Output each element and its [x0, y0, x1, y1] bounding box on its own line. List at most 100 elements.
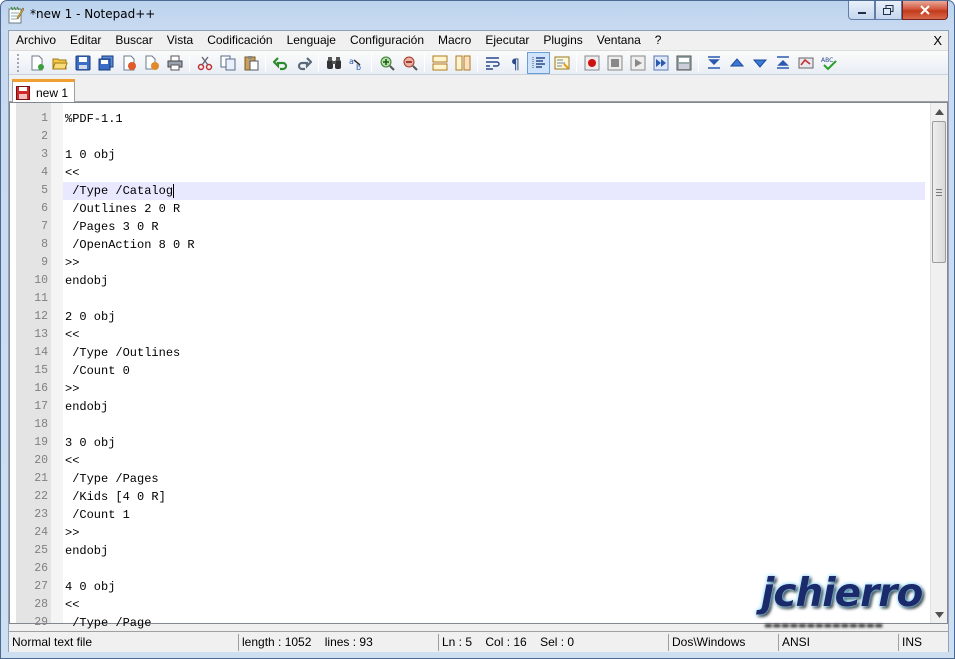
title-bar[interactable]: *new 1 - Notepad++ [1, 1, 954, 29]
paste-button[interactable] [239, 52, 262, 74]
line-highlight [63, 380, 925, 398]
editor-line[interactable]: 14 /Type /Outlines [10, 344, 925, 362]
editor-line[interactable]: 12 2 0 obj [10, 308, 925, 326]
editor-line[interactable]: 17 endobj [10, 398, 925, 416]
copy-button[interactable] [216, 52, 239, 74]
editor-line[interactable]: 16 >> [10, 380, 925, 398]
replace-button[interactable]: ab [345, 52, 368, 74]
word-wrap-button[interactable] [481, 52, 504, 74]
toolbar-grip[interactable] [17, 53, 21, 72]
line-text: endobj [65, 274, 109, 288]
vertical-scrollbar[interactable] [930, 103, 947, 623]
line-number: 21 [34, 472, 48, 485]
editor-line[interactable]: 1 %PDF-1.1 [10, 110, 925, 128]
sync-horizontal-button[interactable] [451, 52, 474, 74]
editor-line[interactable]: 10 endobj [10, 272, 925, 290]
line-highlight [63, 308, 925, 326]
editor-line[interactable]: 2 [10, 128, 925, 146]
menu-buscar[interactable]: Buscar [108, 31, 159, 50]
run-macro-multiple-button[interactable] [649, 52, 672, 74]
save-button[interactable] [71, 52, 94, 74]
document-map-button[interactable] [550, 52, 573, 74]
play-macro-button[interactable] [626, 52, 649, 74]
editor-line[interactable]: 24 >> [10, 524, 925, 542]
show-all-chars-button[interactable]: ¶ [504, 52, 527, 74]
toolbar-separator [318, 53, 319, 72]
svg-text:a: a [349, 57, 354, 66]
scrollbar-thumb[interactable] [932, 121, 946, 263]
spell-check-button[interactable]: ABC [817, 52, 840, 74]
unfold-all-button[interactable] [771, 52, 794, 74]
record-macro-button[interactable] [580, 52, 603, 74]
print-button[interactable] [163, 52, 186, 74]
previous-bookmark-button[interactable] [725, 52, 748, 74]
minimize-button[interactable] [848, 1, 875, 20]
editor-line[interactable]: 18 [10, 416, 925, 434]
find-button[interactable] [322, 52, 345, 74]
indent-guide-button[interactable] [527, 51, 550, 74]
status-encoding[interactable]: ANSI [779, 634, 899, 651]
menu-macro[interactable]: Macro [431, 31, 478, 50]
editor-line[interactable]: 13 << [10, 326, 925, 344]
close-button[interactable] [902, 1, 948, 20]
save-macro-button[interactable] [672, 52, 695, 74]
sync-vertical-button[interactable] [428, 52, 451, 74]
menu-help[interactable]: ? [648, 31, 669, 50]
menu-archivo[interactable]: Archivo [9, 31, 63, 50]
menu-plugins[interactable]: Plugins [536, 31, 589, 50]
svg-text:ABC: ABC [821, 57, 833, 64]
editor-line[interactable]: 8 /OpenAction 8 0 R [10, 236, 925, 254]
editor-line[interactable]: 25 endobj [10, 542, 925, 560]
watermark-subtext: ▬▬▬▬▬▬▬▬▬▬▬▬▬▬ [764, 621, 884, 631]
menu-vista[interactable]: Vista [160, 31, 200, 50]
editor-line[interactable]: 19 3 0 obj [10, 434, 925, 452]
redo-button[interactable] [292, 52, 315, 74]
line-text: 1 0 obj [65, 148, 116, 162]
tab-new-1[interactable]: new 1 [12, 79, 75, 103]
undo-button[interactable] [269, 52, 292, 74]
menu-editar[interactable]: Editar [63, 31, 108, 50]
editor-line[interactable]: 4 << [10, 164, 925, 182]
status-eol[interactable]: Dos\Windows [669, 634, 779, 651]
editor-line[interactable]: 9 >> [10, 254, 925, 272]
status-insert-mode[interactable]: INS [899, 634, 948, 651]
editor-line[interactable]: 15 /Count 0 [10, 362, 925, 380]
stop-record-button[interactable] [603, 52, 626, 74]
maximize-button[interactable] [875, 1, 902, 20]
new-file-button[interactable] [25, 52, 48, 74]
save-all-button[interactable] [94, 52, 117, 74]
close-file-button[interactable] [117, 52, 140, 74]
line-number: 11 [34, 292, 48, 305]
next-bookmark-button[interactable] [748, 52, 771, 74]
menu-codificacion[interactable]: Codificación [200, 31, 279, 50]
clear-marks-button[interactable] [794, 52, 817, 74]
close-all-button[interactable] [140, 52, 163, 74]
editor-line[interactable]: 20 << [10, 452, 925, 470]
zoom-out-button[interactable] [398, 52, 421, 74]
line-text: >> [65, 526, 80, 540]
fold-all-button[interactable] [702, 52, 725, 74]
editor-line[interactable]: 22 /Kids [4 0 R] [10, 488, 925, 506]
editor-line[interactable]: 5 /Type /Catalog [10, 182, 925, 200]
clipboard-icon [244, 55, 258, 70]
editor-line[interactable]: 21 /Type /Pages [10, 470, 925, 488]
text-editor[interactable]: 1 %PDF-1.1 2 3 1 0 obj 4 << 5 /Type /Catalog 6 /… [9, 102, 948, 630]
cut-button[interactable] [193, 52, 216, 74]
open-file-button[interactable] [48, 52, 71, 74]
menu-lenguaje[interactable]: Lenguaje [280, 31, 343, 50]
scroll-up-button[interactable] [931, 103, 947, 120]
editor-lines: 1 %PDF-1.1 2 3 1 0 obj 4 << 5 /Type /Catalog 6 /… [10, 110, 925, 632]
editor-line[interactable]: 11 [10, 290, 925, 308]
editor-line[interactable]: 3 1 0 obj [10, 146, 925, 164]
menu-configuracion[interactable]: Configuración [343, 31, 431, 50]
fold-all-icon [707, 55, 720, 69]
restore-icon [883, 5, 894, 15]
editor-line[interactable]: 6 /Outlines 2 0 R [10, 200, 925, 218]
close-document-button[interactable]: X [933, 31, 942, 50]
zoom-in-button[interactable] [375, 52, 398, 74]
menu-ejecutar[interactable]: Ejecutar [478, 31, 536, 50]
line-number: 26 [34, 562, 48, 575]
menu-ventana[interactable]: Ventana [590, 31, 648, 50]
editor-line[interactable]: 7 /Pages 3 0 R [10, 218, 925, 236]
editor-line[interactable]: 23 /Count 1 [10, 506, 925, 524]
